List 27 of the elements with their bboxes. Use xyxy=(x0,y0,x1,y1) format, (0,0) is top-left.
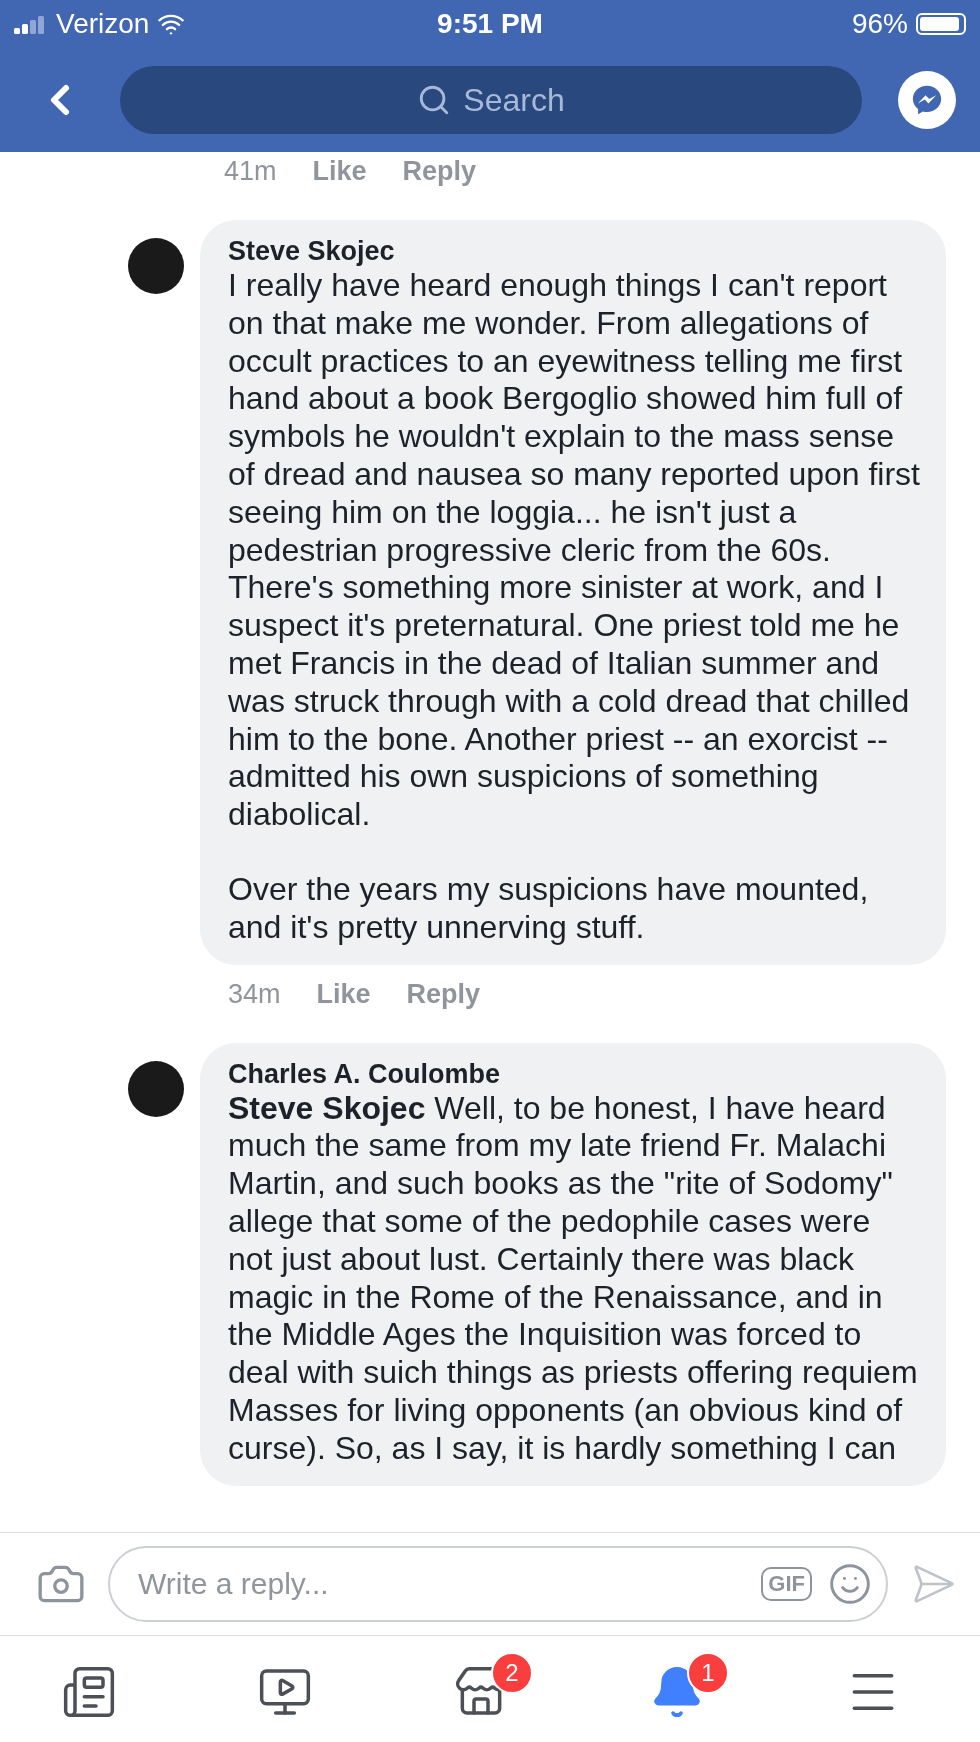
comment-time: 41m xyxy=(224,156,277,187)
comment-author[interactable]: Charles A. Coulombe xyxy=(228,1058,922,1090)
comment-action-link[interactable]: Like xyxy=(316,978,371,1010)
notification-badge: 2 xyxy=(491,1652,533,1694)
comment-time: 34m xyxy=(228,978,281,1010)
messenger-icon xyxy=(910,83,944,117)
gif-button[interactable]: GIF xyxy=(761,1567,812,1601)
smiley-icon[interactable] xyxy=(828,1562,872,1606)
carrier-name: Verizon xyxy=(56,8,150,40)
comment-action-link[interactable]: Reply xyxy=(406,978,481,1010)
comment-author[interactable]: Steve Skojec xyxy=(228,236,922,267)
battery-icon xyxy=(916,13,966,35)
notification-badge: 1 xyxy=(687,1652,729,1694)
comment-text: I really have heard enough things I can't report on that make me wonder. From allegations of occult practices to an eyewitness telling me first hand about a book Bergoglio showed him full of symbols he wouldn't explain to the mass sense of dread and nausea so many reported upon first seeing him on the loggia... he isn't just a pedestrian progressive cleric from the 60s. There's something more sinister at work, and I suspect it's preternatural. One priest told me he met Francis in the dead of Italian summer and was struck through with a cold dread that chilled him to the bone. Another priest -- an exorcist -- admitted his own suspicions of something diabolical. xyxy=(228,267,921,834)
status-time: 9:51 PM xyxy=(437,8,543,40)
search-field[interactable]: Search xyxy=(120,66,862,134)
market-tab[interactable]: 2 xyxy=(447,1652,533,1726)
messenger-button[interactable] xyxy=(898,71,956,129)
comment-text: Over the years my suspicions have mounted, and it's pretty unnerving stuff. xyxy=(228,870,870,947)
comment-action-link[interactable]: Like xyxy=(312,156,367,187)
reply-field[interactable]: Write a reply... GIF xyxy=(108,1546,888,1622)
bell-tab[interactable]: 1 xyxy=(643,1652,729,1726)
avatar xyxy=(128,238,184,294)
comment-text: Steve Skojec Well, to be honest, I have heard much the same from my late friend Fr. Malachi Martin, and such books as the "rite of Sodomy" allege that some of the pedophile cases were not just about lust. Certainly there was black magic in the Rome of the Renaissance, and in the Middle Ages the Inquisition was forced to deal with suich things as priests offering requiem Masses for living opponents (an obvious kind of curse). So, as I say, it is hardly something I can xyxy=(228,1089,919,1468)
comment-action-link[interactable]: Reply xyxy=(402,156,477,187)
feed-icon xyxy=(61,1664,117,1720)
battery-percent: 96% xyxy=(851,8,908,40)
